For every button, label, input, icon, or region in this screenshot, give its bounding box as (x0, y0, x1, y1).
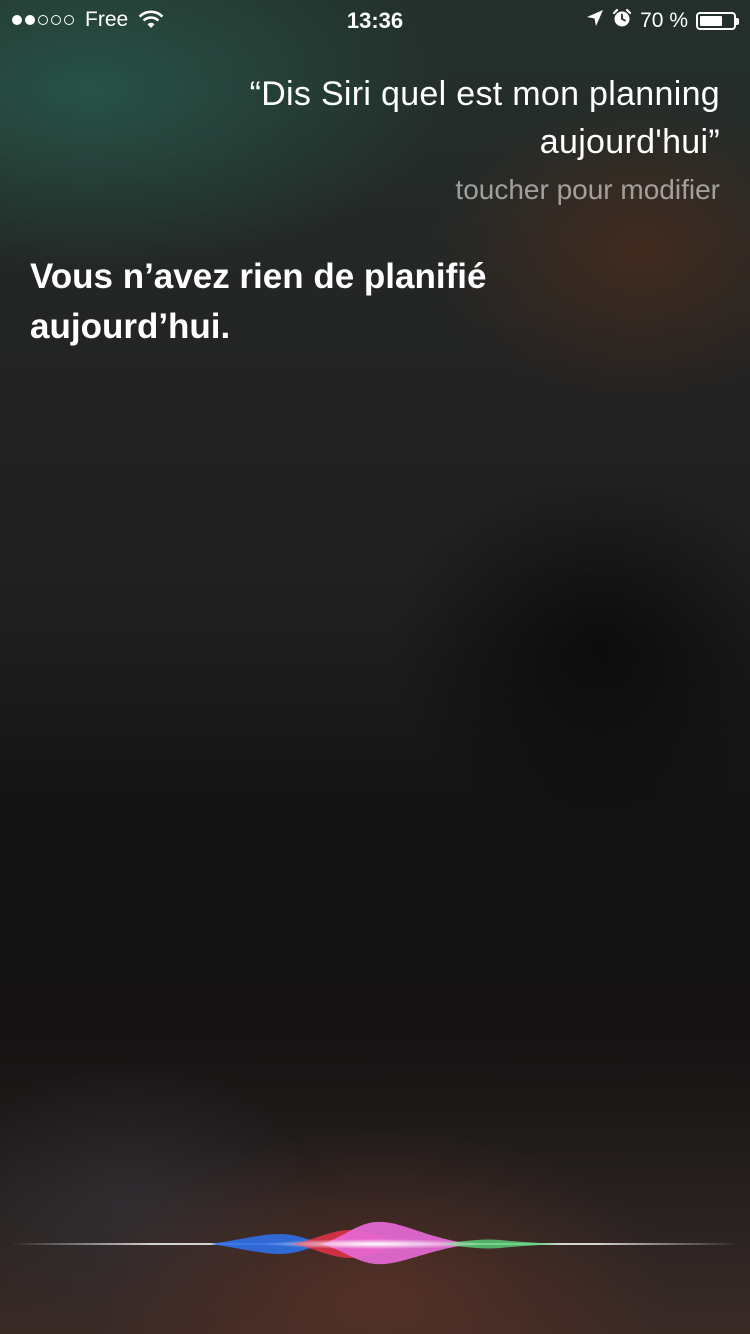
wave-glow (265, 1239, 485, 1249)
siri-waveform-icon[interactable] (0, 1200, 750, 1290)
tap-to-edit-hint[interactable]: toucher pour modifier (455, 174, 720, 206)
alarm-clock-icon (612, 8, 632, 34)
location-arrow-icon (586, 9, 604, 33)
status-bar: Free 13:36 70 % (0, 0, 750, 40)
siri-response: Vous n’avez rien de planifié aujourd’hui… (30, 252, 590, 352)
siri-screen: Free 13:36 70 % “Dis Siri quel est mon p… (0, 0, 750, 1334)
battery-icon (696, 12, 739, 30)
response-line: aujourd’hui. (30, 307, 231, 346)
query-line[interactable]: “Dis Siri quel est mon planning (120, 70, 720, 118)
siri-query[interactable]: “Dis Siri quel est mon planning aujourd'… (120, 70, 720, 166)
battery-percent: 70 % (640, 9, 688, 32)
battery-level-fill (700, 16, 723, 26)
response-line: Vous n’avez rien de planifié (30, 257, 487, 296)
query-line[interactable]: aujourd'hui” (120, 118, 720, 166)
battery-cap (736, 18, 739, 25)
status-right: 70 % (578, 8, 739, 34)
